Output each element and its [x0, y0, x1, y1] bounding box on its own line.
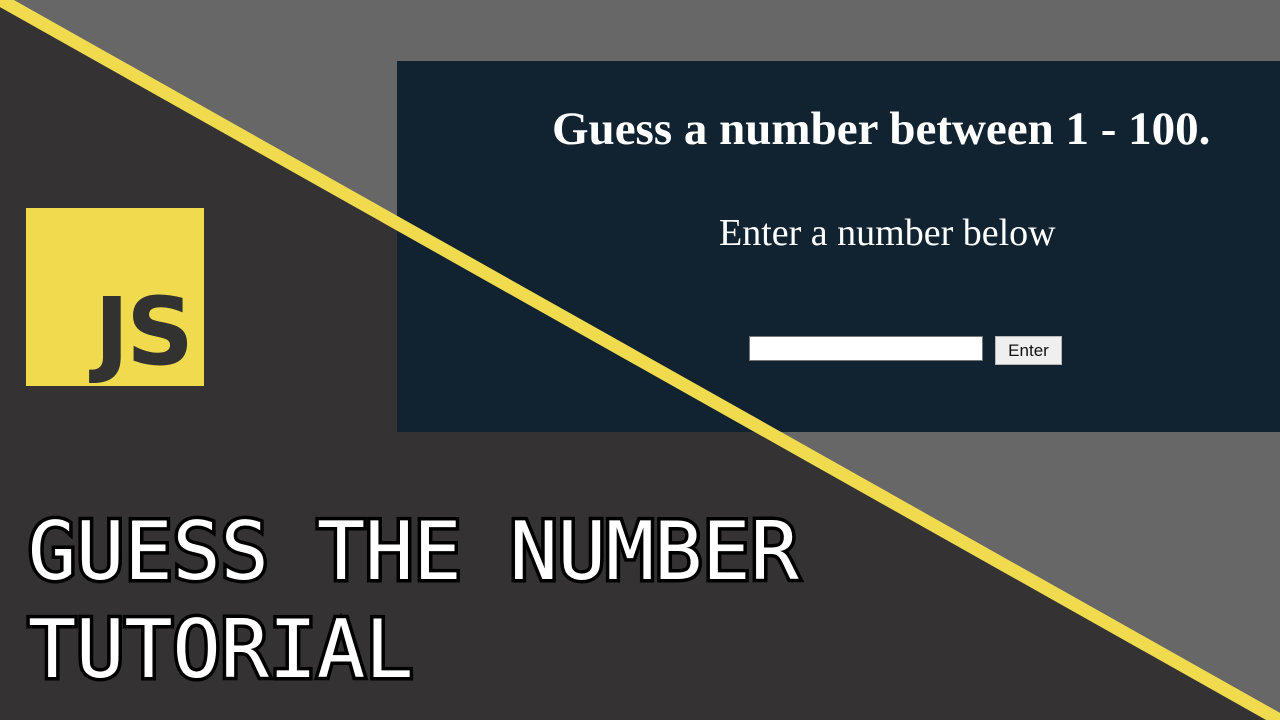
guess-input[interactable]	[749, 336, 983, 361]
tutorial-title-line1: GUESS THE NUMBER	[25, 502, 803, 602]
tutorial-title: GUESS THE NUMBER TUTORIAL	[25, 502, 803, 700]
tutorial-title-line2: TUTORIAL	[25, 600, 417, 700]
javascript-logo-icon: JS	[26, 208, 204, 386]
guess-heading: Guess a number between 1 - 100.	[552, 103, 1211, 155]
enter-button[interactable]: Enter	[995, 336, 1062, 365]
guess-game-panel: Guess a number between 1 - 100. Enter a …	[397, 61, 1280, 432]
enter-number-prompt: Enter a number below	[719, 212, 1056, 254]
javascript-logo-text: JS	[94, 278, 194, 387]
